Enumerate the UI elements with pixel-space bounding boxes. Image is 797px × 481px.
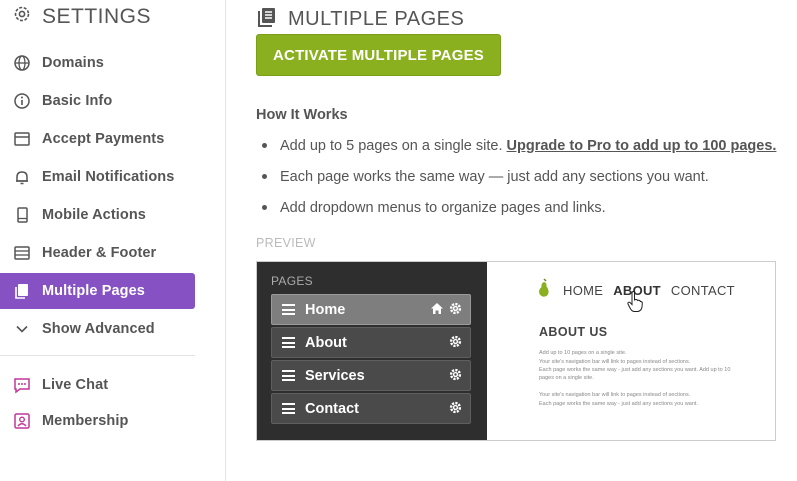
how-it-works-list: Add up to 5 pages on a single site. Upgr… bbox=[262, 136, 776, 229]
main-header: MULTIPLE PAGES bbox=[256, 6, 464, 33]
list-item: Add up to 5 pages on a single site. Upgr… bbox=[262, 136, 776, 167]
sidebar-item-label: Mobile Actions bbox=[42, 207, 146, 223]
list-item: Each page works the same way — just add … bbox=[262, 167, 776, 198]
sidebar-item-label: Multiple Pages bbox=[42, 283, 145, 299]
chevron-down-icon bbox=[12, 319, 32, 339]
sidebar-item-label: Accept Payments bbox=[42, 131, 165, 147]
hand-cursor-icon bbox=[627, 290, 643, 318]
preview-page-name: Services bbox=[305, 367, 365, 384]
sidebar-item-domains[interactable]: Domains bbox=[0, 45, 195, 81]
preview-label: PREVIEW bbox=[256, 236, 316, 250]
preview-about-title: ABOUT US bbox=[539, 325, 608, 339]
credit-card-icon bbox=[12, 129, 32, 149]
preview-text-line: Your site's navigation bar will link to … bbox=[539, 359, 691, 365]
sidebar-item-membership[interactable]: Membership bbox=[0, 403, 195, 439]
sidebar-item-label: Basic Info bbox=[42, 93, 113, 109]
settings-header: SETTINGS bbox=[12, 4, 151, 29]
sidebar-item-label: Header & Footer bbox=[42, 245, 157, 261]
gear-icon bbox=[12, 4, 32, 29]
hamburger-icon bbox=[282, 370, 295, 381]
settings-title: SETTINGS bbox=[42, 4, 152, 28]
preview-nav-contact: CONTACT bbox=[670, 283, 735, 298]
sidebar-item-basic-info[interactable]: Basic Info bbox=[0, 83, 195, 119]
preview-page-item: Contact bbox=[271, 393, 471, 424]
sidebar-item-label: Live Chat bbox=[42, 377, 109, 393]
preview-text-line: Your site's navigation bar will link to … bbox=[539, 392, 691, 398]
page-title: MULTIPLE PAGES bbox=[288, 8, 465, 30]
sidebar-item-label: Email Notifications bbox=[42, 169, 175, 185]
sidebar-item-label: Membership bbox=[42, 413, 129, 429]
list-item: Add dropdown menus to organize pages and… bbox=[262, 198, 776, 229]
hamburger-icon bbox=[282, 403, 295, 414]
sidebar-item-label: Show Advanced bbox=[42, 321, 155, 337]
sidebar-item-live-chat[interactable]: Live Chat bbox=[0, 367, 195, 403]
preview-pages-panel: PAGES Home About Services Contact bbox=[257, 262, 487, 440]
chat-icon bbox=[12, 375, 32, 395]
preview-text-line: Each page works the same way - just add … bbox=[539, 401, 698, 407]
preview-text-line: Add up to 10 pages on a single site. bbox=[539, 350, 627, 356]
sidebar-item-header-footer[interactable]: Header & Footer bbox=[0, 235, 195, 271]
how-it-works-heading: How It Works bbox=[256, 107, 348, 123]
preview-site-panel: HOME ABOUT CONTACT ABOUT US Add up to 10… bbox=[487, 262, 775, 440]
gear-icon bbox=[449, 302, 462, 320]
activate-multiple-pages-button[interactable]: ACTIVATE MULTIPLE PAGES bbox=[256, 34, 501, 76]
pages-icon bbox=[256, 6, 278, 33]
gear-icon bbox=[449, 368, 462, 386]
gear-icon bbox=[449, 335, 462, 353]
mobile-icon bbox=[12, 205, 32, 225]
bell-icon bbox=[12, 167, 32, 187]
globe-icon bbox=[12, 53, 32, 73]
bullet-text: Add up to 5 pages on a single site. bbox=[280, 138, 503, 154]
preview-panel: PAGES Home About Services Contact HOME A… bbox=[256, 261, 776, 441]
preview-page-name: Contact bbox=[305, 400, 359, 417]
preview-page-name: Home bbox=[305, 301, 346, 318]
sidebar-item-multiple-pages[interactable]: Multiple Pages bbox=[0, 273, 195, 309]
preview-page-name: About bbox=[305, 334, 347, 351]
preview-page-item: Services bbox=[271, 360, 471, 391]
pear-logo-icon bbox=[535, 278, 553, 303]
upgrade-to-pro-link[interactable]: Upgrade to Pro to add up to 100 pages. bbox=[507, 138, 777, 154]
preview-page-item: About bbox=[271, 327, 471, 358]
hamburger-icon bbox=[282, 337, 295, 348]
gear-icon bbox=[449, 401, 462, 419]
home-icon bbox=[430, 302, 444, 320]
header-footer-icon bbox=[12, 243, 32, 263]
pages-icon bbox=[12, 281, 32, 301]
sidebar-item-label: Domains bbox=[42, 55, 104, 71]
info-icon bbox=[12, 91, 32, 111]
sidebar-item-show-advanced[interactable]: Show Advanced bbox=[0, 311, 195, 347]
sidebar-divider bbox=[0, 355, 195, 356]
preview-pages-label: PAGES bbox=[271, 274, 313, 288]
preview-page-item: Home bbox=[271, 294, 471, 325]
sidebar-item-email-notifications[interactable]: Email Notifications bbox=[0, 159, 195, 195]
preview-nav-home: HOME bbox=[563, 283, 604, 298]
hamburger-icon bbox=[282, 304, 295, 315]
member-icon bbox=[12, 411, 32, 431]
preview-text-line: Each page works the same way - just add … bbox=[539, 367, 731, 381]
sidebar: SETTINGS Domains Basic Info Accept Payme… bbox=[0, 0, 226, 481]
sidebar-item-mobile-actions[interactable]: Mobile Actions bbox=[0, 197, 195, 233]
sidebar-item-accept-payments[interactable]: Accept Payments bbox=[0, 121, 195, 157]
